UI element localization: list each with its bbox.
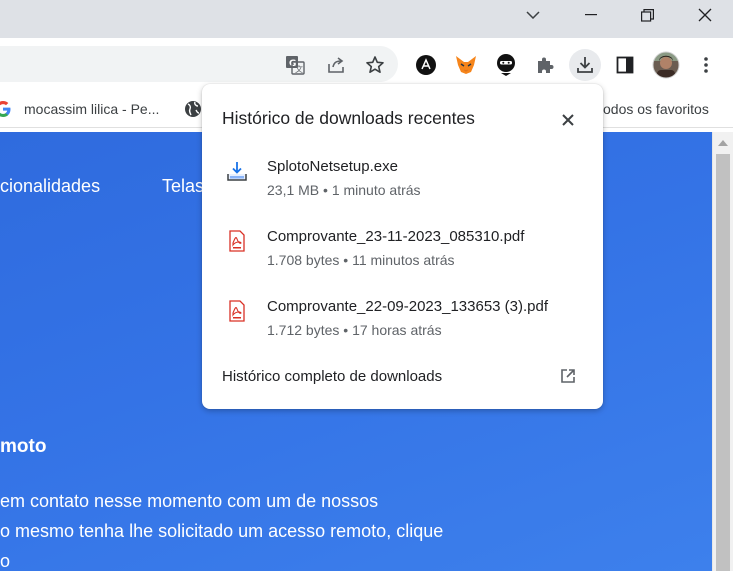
ninja-extension-button[interactable] <box>492 51 520 79</box>
paragraph-line: o mesmo tenha lhe solicitado um acesso r… <box>0 521 444 541</box>
close-bubble-button[interactable] <box>556 108 580 132</box>
translate-button[interactable]: G 文 <box>281 51 309 79</box>
arc-extension-icon <box>416 55 436 75</box>
bookmark-star-button[interactable] <box>361 51 389 79</box>
download-file-name: Comprovante_22-09-2023_133653 (3).pdf <box>267 298 549 315</box>
nav-link-telas[interactable]: Telas <box>162 176 204 197</box>
download-file-meta: 23,1 MB • 1 minuto atrás <box>267 182 421 198</box>
title-bar <box>0 0 733 38</box>
pdf-icon <box>229 300 245 322</box>
globe-icon <box>185 101 201 117</box>
paragraph-line: em contato nesse momento com um de nosso… <box>0 491 379 511</box>
download-item[interactable]: Comprovante_23-11-2023_085310.pdf 1.708 … <box>202 226 603 290</box>
close-icon <box>698 8 712 22</box>
installer-icon <box>227 162 247 181</box>
downloads-bubble-title: Histórico de downloads recentes <box>222 108 475 128</box>
bookmark-all-favorites[interactable]: odos os favoritos <box>603 92 709 126</box>
share-button[interactable] <box>322 51 350 79</box>
pdf-icon <box>229 230 245 252</box>
full-download-history-link[interactable]: Histórico completo de downloads <box>222 368 442 385</box>
translate-icon: G 文 <box>286 56 305 75</box>
more-menu-icon <box>704 57 708 73</box>
side-panel-icon <box>616 56 634 74</box>
share-icon <box>328 57 344 73</box>
ninja-extension-icon <box>497 54 515 76</box>
minimize-icon <box>585 14 597 16</box>
bookmark-mocassim[interactable]: mocassim lilica - Pe... <box>0 92 159 126</box>
scrollbar-thumb[interactable] <box>716 154 730 571</box>
google-g-icon <box>0 101 11 117</box>
close-window-button[interactable] <box>680 0 730 30</box>
bookmark-globe[interactable] <box>184 92 202 126</box>
download-file-meta: 1.712 bytes • 17 horas atrás <box>267 322 442 338</box>
extensions-button[interactable] <box>531 51 559 79</box>
download-item[interactable]: SplotoNetsetup.exe 23,1 MB • 1 minuto at… <box>202 156 603 220</box>
download-file-name: Comprovante_23-11-2023_085310.pdf <box>267 228 525 245</box>
download-file-meta: 1.708 bytes • 11 minutos atrás <box>267 252 455 268</box>
download-icon <box>577 57 593 73</box>
downloads-bubble: Histórico de downloads recentes SplotoNe… <box>202 84 603 409</box>
side-panel-button[interactable] <box>611 51 639 79</box>
avatar-image <box>652 51 680 79</box>
metamask-fox-icon <box>456 56 476 74</box>
profile-avatar[interactable] <box>652 51 680 79</box>
download-file-name: SplotoNetsetup.exe <box>267 158 398 175</box>
bookmark-label: mocassim lilica - Pe... <box>24 101 160 117</box>
more-menu-button[interactable] <box>692 51 720 79</box>
bookmark-label: odos os favoritos <box>603 101 709 117</box>
downloads-button[interactable] <box>569 49 601 81</box>
section-heading: moto <box>0 436 47 457</box>
vertical-scrollbar[interactable] <box>712 132 733 571</box>
minimize-button[interactable] <box>566 0 616 30</box>
arc-extension-button[interactable] <box>412 51 440 79</box>
star-icon <box>366 56 384 73</box>
restore-button[interactable] <box>622 0 672 30</box>
open-external-icon[interactable] <box>559 367 577 385</box>
svg-text:文: 文 <box>295 64 303 74</box>
restore-icon <box>640 8 654 22</box>
scroll-up-arrow-icon[interactable] <box>718 140 728 146</box>
close-icon <box>562 114 574 126</box>
metamask-button[interactable] <box>452 51 480 79</box>
nav-link-funcionalidades[interactable]: cionalidades <box>0 176 100 197</box>
download-item[interactable]: Comprovante_22-09-2023_133653 (3).pdf 1.… <box>202 296 603 360</box>
chevron-down-icon <box>526 11 540 19</box>
tab-search-button[interactable] <box>508 0 558 30</box>
puzzle-extensions-icon <box>538 57 554 73</box>
paragraph-line: o <box>0 551 11 571</box>
